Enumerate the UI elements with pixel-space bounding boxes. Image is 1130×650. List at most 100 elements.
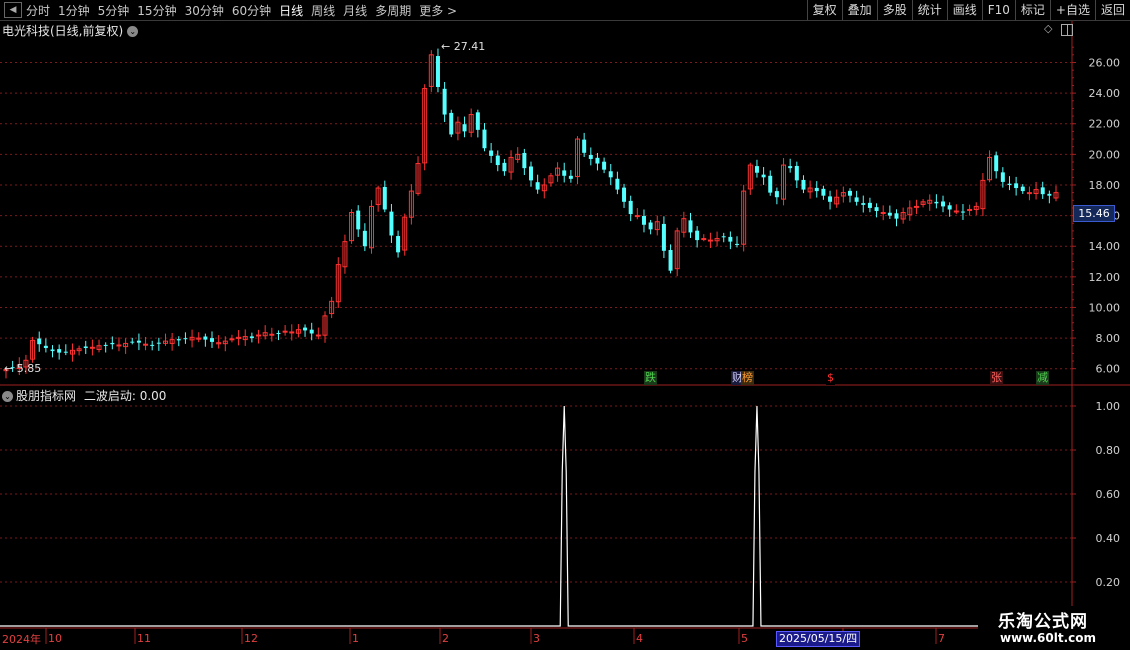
- panel-layout-icon[interactable]: [1061, 24, 1073, 36]
- candle-body-down: [362, 230, 367, 247]
- current-price-tag: 15.46: [1073, 205, 1115, 222]
- toolbar-buttons: 复权 叠加 多股 统计 画线 F10 标记 +自选 返回: [806, 0, 1130, 20]
- candle-body-down: [63, 351, 68, 353]
- candle-body-down: [754, 166, 759, 173]
- period-tab[interactable]: 分时: [26, 2, 50, 19]
- toolbar-button[interactable]: 标记: [1014, 0, 1050, 20]
- chevron-down-icon[interactable]: ⌄: [2, 391, 13, 402]
- candle-body-down: [203, 336, 208, 340]
- chevron-down-icon[interactable]: ⌄: [127, 26, 139, 37]
- candle-body-down: [821, 188, 826, 196]
- candle-body-down: [1000, 172, 1005, 182]
- toolbar-button[interactable]: F10: [981, 0, 1015, 20]
- candle-body-down: [828, 196, 833, 202]
- candle-body-down: [482, 129, 487, 149]
- indicator-line: [0, 405, 978, 627]
- x-tick-label: 10: [48, 632, 62, 645]
- candle-body-down: [735, 243, 740, 245]
- toolbar-button[interactable]: 多股: [876, 0, 912, 20]
- sub-y-tick-label: 1.00: [1096, 400, 1121, 413]
- chart-canvas[interactable]: 26.00 24.00 22.00 20.00 18.00 1 6.00 14.00 12.00…: [0, 0, 1130, 650]
- candle-body-down: [661, 223, 666, 251]
- period-tab[interactable]: 多周期: [375, 2, 411, 19]
- x-tick-label: 1: [352, 632, 359, 645]
- event-marker[interactable]: $: [826, 371, 835, 385]
- candle-body-down: [801, 179, 806, 190]
- watermark-title: 乐淘公式网: [998, 612, 1088, 632]
- candle-body-down: [1047, 193, 1052, 196]
- period-tab[interactable]: 周线: [311, 2, 335, 19]
- candle-body-up: [143, 343, 149, 346]
- axis-year-label: 2024年: [2, 633, 41, 646]
- x-tick-label: 7: [938, 632, 945, 645]
- candle-body-down: [588, 154, 593, 159]
- candle-body-down: [396, 236, 401, 253]
- x-tick-label: 3: [533, 632, 540, 645]
- period-tab[interactable]: 60分钟: [232, 2, 271, 19]
- max-price-label: ← 27.41: [441, 40, 485, 53]
- candle-body-up: [967, 208, 973, 211]
- candle-body-down: [641, 215, 646, 225]
- toolbar-button[interactable]: 画线: [946, 0, 982, 20]
- period-tab[interactable]: 1分钟: [58, 2, 90, 19]
- candle-body-down: [874, 207, 879, 211]
- period-tab[interactable]: 30分钟: [185, 2, 224, 19]
- period-tab[interactable]: 月线: [343, 2, 367, 19]
- candle-body-down: [814, 187, 819, 192]
- sub-y-tick-label: 0.60: [1096, 488, 1121, 501]
- candle-body-down: [861, 203, 866, 205]
- candle-body-down: [435, 56, 440, 87]
- candle-body-down: [994, 155, 999, 172]
- candle-body-down: [728, 236, 733, 242]
- toolbar-button[interactable]: 叠加: [841, 0, 877, 20]
- toolbar-button[interactable]: 统计: [911, 0, 947, 20]
- toolbar-button[interactable]: +自选: [1049, 0, 1095, 20]
- candle-body-down: [648, 222, 653, 230]
- candle-body-down: [57, 349, 62, 353]
- candle-body-down: [688, 220, 693, 233]
- candle-body-up: [634, 215, 640, 218]
- candle-body-down: [867, 202, 872, 208]
- toolbar-button[interactable]: 返回: [1094, 0, 1130, 20]
- candle-body-up: [880, 212, 886, 215]
- period-tab[interactable]: 15分钟: [137, 2, 176, 19]
- candle-body-up: [953, 210, 959, 213]
- candle-body-up: [229, 338, 235, 341]
- candle-body-down: [761, 174, 766, 178]
- candle-body-down: [847, 190, 852, 196]
- event-marker[interactable]: 跌: [644, 371, 657, 385]
- candle-body-down: [103, 344, 108, 346]
- candle-body-up: [289, 331, 295, 334]
- watermark-url: www.60lt.com: [1000, 631, 1097, 645]
- candle-body-down: [602, 161, 607, 170]
- event-marker[interactable]: 张: [990, 371, 1003, 385]
- back-square-icon[interactable]: ◀: [4, 2, 22, 18]
- period-tab[interactable]: 更多 >: [419, 2, 457, 19]
- candle-body-down: [276, 332, 281, 334]
- sub-y-tick-label: 0.80: [1096, 444, 1121, 457]
- x-tick-label: 11: [137, 632, 151, 645]
- candle-body-down: [210, 338, 215, 342]
- crosshair-date-box: 2025/05/15/四: [776, 631, 861, 647]
- candle-body-down: [622, 187, 627, 202]
- candle-body-down: [695, 230, 700, 241]
- period-list: 分时 1分钟 5分钟 15分钟 30分钟 60分钟 日线 周线 月线 多周期 更多 >: [26, 2, 465, 19]
- period-tab[interactable]: 5分钟: [98, 2, 130, 19]
- toolbar-button[interactable]: 复权: [806, 0, 842, 20]
- candle-body-down: [382, 186, 387, 210]
- candle-body-down: [303, 327, 308, 331]
- candle-body-down: [130, 341, 135, 343]
- candle-body-down: [462, 124, 467, 132]
- diamond-icon[interactable]: ◇: [1044, 23, 1054, 34]
- period-tab[interactable]: 日线: [279, 2, 303, 19]
- candle-body-down: [774, 191, 779, 198]
- event-marker[interactable]: 榜: [741, 371, 754, 385]
- event-marker[interactable]: 减: [1036, 371, 1049, 385]
- x-tick-label: 4: [636, 632, 643, 645]
- y-tick-label: 14.00: [1089, 240, 1121, 253]
- sub-y-tick-label: 0.20: [1096, 576, 1121, 589]
- candle-body-down: [1040, 187, 1045, 195]
- period-bar: ◀ 分时 1分钟 5分钟 15分钟 30分钟 60分钟 日线 周线 月线 多周期 更多 >: [0, 0, 465, 20]
- y-tick-label: 20.00: [1089, 148, 1121, 161]
- candle-body-down: [947, 205, 952, 210]
